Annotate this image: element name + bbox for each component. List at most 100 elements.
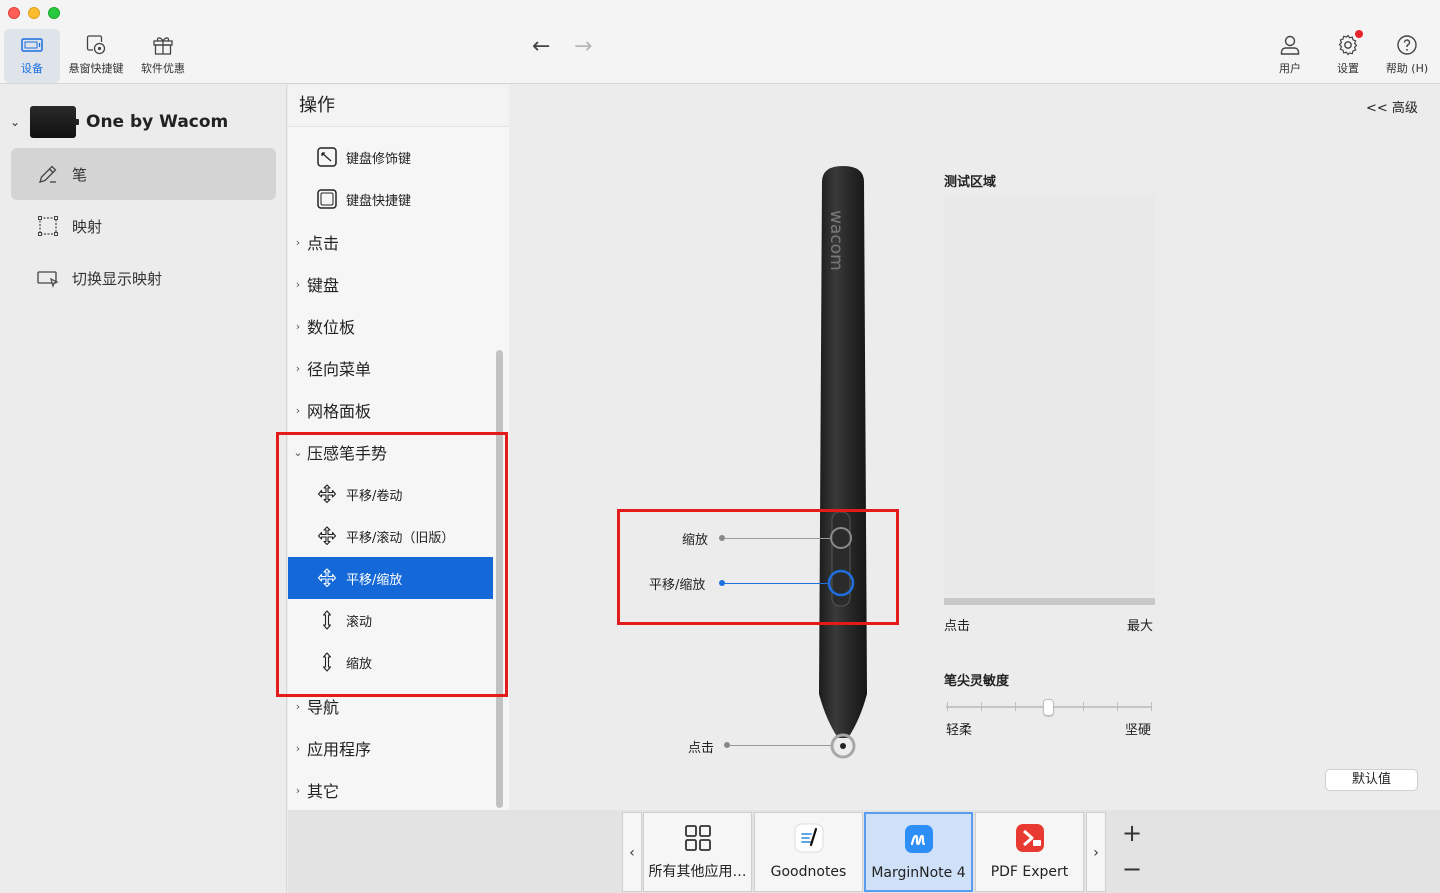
toolbar-devices-label: 设备: [21, 62, 43, 75]
action-category-tablet[interactable]: › 数位板: [288, 305, 493, 347]
action-category-label: 数位板: [307, 318, 356, 337]
zoom-window-button[interactable]: [48, 7, 60, 19]
tablet-thumbnail: [30, 106, 79, 138]
action-category-grid-panel[interactable]: › 网格面板: [288, 389, 493, 431]
minimize-window-button[interactable]: [28, 7, 40, 19]
app-tile-all-other[interactable]: 所有其他应用…: [643, 812, 752, 892]
advanced-link[interactable]: << 高级: [1366, 97, 1418, 116]
action-category-applications[interactable]: › 应用程序: [288, 727, 493, 769]
modifier-key-icon: [317, 147, 337, 167]
pressure-max-label: 最大: [1127, 619, 1154, 634]
back-arrow-icon[interactable]: ←: [532, 34, 550, 59]
app-tile-name: Goodnotes: [770, 864, 847, 880]
chevron-right-icon: ›: [295, 403, 301, 417]
window-toolbar: 设备 悬窗快捷键 软件优惠 ← → 用户 设置 帮助 (H): [0, 0, 1440, 84]
tip-feel-title: 笔尖灵敏度: [944, 674, 1010, 689]
app-tile-name: MarginNote 4: [871, 865, 966, 881]
pen-illustration: wacom: [819, 166, 867, 759]
test-area[interactable]: [944, 195, 1155, 595]
chevron-right-icon: ›: [295, 699, 301, 713]
action-item-modifier[interactable]: 键盘修饰键: [288, 136, 493, 178]
gift-icon: [153, 37, 173, 55]
action-category-label: 径向菜单: [307, 360, 372, 379]
user-icon: [1280, 35, 1300, 55]
action-item-label: 键盘快捷键: [346, 193, 412, 209]
slider-tick: [1015, 702, 1016, 711]
toolbar-onscreen-controls-button[interactable]: 悬窗快捷键: [64, 29, 128, 83]
pen-brand-text: wacom: [826, 210, 846, 271]
chevron-right-icon: ›: [295, 741, 301, 755]
app-tile-pdf-expert[interactable]: PDF Expert: [975, 812, 1084, 892]
action-category-click[interactable]: › 点击: [288, 221, 493, 263]
app-scroll-left-button[interactable]: ‹: [622, 812, 642, 892]
chevron-right-icon: ›: [295, 277, 301, 291]
sidebar-item-pen[interactable]: 笔: [11, 148, 276, 200]
toolbar-help-button[interactable]: 帮助 (H): [1380, 29, 1434, 83]
chevron-right-icon: ›: [295, 319, 301, 333]
default-button[interactable]: 默认值: [1325, 769, 1418, 791]
toolbar-help-label: 帮助 (H): [1385, 62, 1429, 75]
action-category-keyboard[interactable]: › 键盘: [288, 263, 493, 305]
goodnotes-icon: [794, 823, 823, 853]
toolbar-onscreen-controls-label: 悬窗快捷键: [68, 62, 124, 75]
tip-feel-min-label: 轻柔: [946, 723, 973, 738]
help-icon: [1397, 35, 1417, 55]
tablet-icon: [21, 38, 43, 52]
tip-label[interactable]: 点击: [688, 737, 714, 756]
action-item-label: 键盘修饰键: [346, 151, 412, 167]
pressure-bar: [944, 598, 1155, 605]
slider-tick: [981, 702, 982, 711]
sidebar-item-label: 切换显示映射: [72, 269, 163, 288]
action-category-other[interactable]: › 其它: [288, 769, 493, 811]
device-row[interactable]: ⌄ One by Wacom: [10, 105, 280, 139]
tip-feel-max-label: 坚硬: [1125, 723, 1152, 738]
action-category-label: 点击: [307, 234, 340, 253]
actions-title: 操作: [288, 85, 509, 127]
add-app-button[interactable]: +: [1122, 819, 1142, 847]
tip-leader: [729, 745, 831, 746]
app-tile-goodnotes[interactable]: Goodnotes: [754, 812, 863, 892]
tip-feel-slider-thumb[interactable]: [1043, 699, 1054, 716]
pressure-min-label: 点击: [944, 619, 971, 634]
slider-tick: [1151, 702, 1152, 711]
action-category-radial-menu[interactable]: › 径向菜单: [288, 347, 493, 389]
toolbar-devices-button[interactable]: 设备: [4, 29, 60, 83]
test-area-title: 测试区域: [944, 175, 997, 190]
sidebar-item-mapping[interactable]: 映射: [11, 200, 276, 252]
action-category-label: 应用程序: [307, 740, 372, 759]
app-tile-name: 所有其他应用…: [648, 864, 747, 880]
onscreen-controls-icon: [86, 35, 106, 55]
sidebar-item-label: 笔: [72, 165, 88, 184]
pen-icon: [39, 165, 57, 183]
highlight-box-pen-buttons: [617, 509, 899, 625]
action-category-label: 导航: [307, 698, 340, 717]
device-name: One by Wacom: [86, 112, 229, 132]
app-scroll-right-button[interactable]: ›: [1086, 812, 1106, 892]
slider-tick: [1117, 702, 1118, 711]
highlight-box-gestures: [276, 432, 508, 697]
chevron-right-icon: ›: [295, 361, 301, 375]
pdf-expert-icon: [1015, 824, 1044, 852]
display-toggle-icon: [37, 271, 59, 289]
sidebar-item-display-toggle[interactable]: 切换显示映射: [11, 252, 276, 304]
app-tile-marginnote[interactable]: MarginNote 4: [864, 812, 973, 892]
action-category-label: 键盘: [307, 276, 340, 295]
sidebar-item-label: 映射: [72, 217, 103, 236]
toolbar-user-label: 用户: [1279, 62, 1301, 75]
toolbar-user-button[interactable]: 用户: [1270, 29, 1310, 83]
app-tile-name: PDF Expert: [990, 864, 1069, 880]
device-sidebar: ⌄ One by Wacom 笔 映射 切换显示映射: [0, 85, 287, 893]
remove-app-button[interactable]: −: [1122, 855, 1142, 883]
action-category-label: 网格面板: [307, 402, 372, 421]
marginnote-icon: [904, 825, 933, 853]
forward-arrow-icon[interactable]: →: [574, 34, 592, 59]
action-item-keystroke[interactable]: 键盘快捷键: [288, 178, 493, 220]
keystroke-icon: [317, 189, 337, 209]
close-window-button[interactable]: [8, 7, 20, 19]
mapping-icon: [38, 216, 58, 236]
toolbar-offers-label: 软件优惠: [141, 62, 185, 75]
toolbar-offers-button[interactable]: 软件优惠: [136, 29, 190, 83]
toolbar-settings-button[interactable]: 设置: [1328, 29, 1368, 83]
slider-tick: [947, 702, 948, 711]
chevron-down-icon[interactable]: ⌄: [10, 115, 30, 129]
